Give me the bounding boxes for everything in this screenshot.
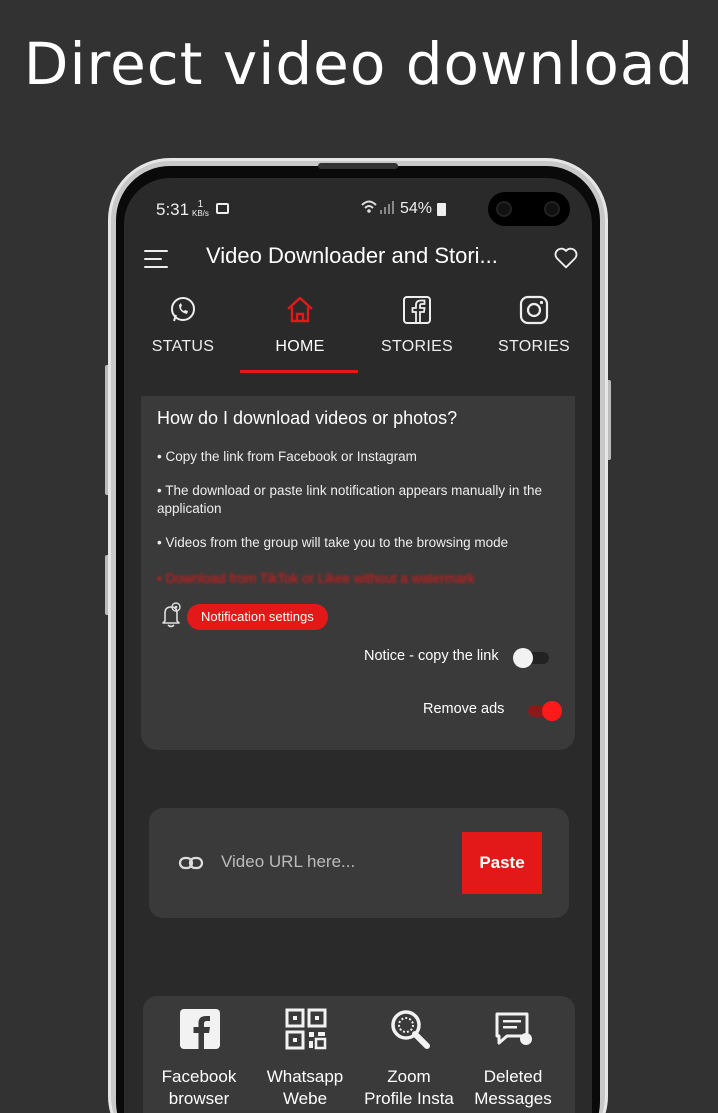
toggle-knob	[513, 648, 533, 668]
whatsapp-icon	[167, 294, 199, 326]
help-title: How do I download videos or photos?	[157, 408, 458, 428]
promo-screenshot: Direct video download 5:31 1 KB/s 54% Vi…	[0, 0, 718, 1113]
battery-icon	[437, 203, 446, 216]
status-time: 5:31	[156, 200, 190, 219]
bell-settings-icon[interactable]	[157, 601, 185, 629]
toggle-knob	[542, 701, 562, 721]
shortcut-label-line: browser	[168, 1089, 230, 1108]
help-card: How do I download videos or photos? • Co…	[141, 396, 575, 750]
shortcut-label-line: Facebook	[161, 1067, 237, 1086]
remove-ads-toggle[interactable]	[524, 701, 562, 721]
shortcut-label-line: Profile Insta	[364, 1089, 454, 1108]
shortcut-label-line: Whatsapp	[266, 1067, 344, 1086]
shortcut-label-line: Zoom	[387, 1067, 431, 1086]
headline: Direct video download	[23, 30, 695, 98]
image-notification-icon	[216, 203, 229, 214]
shortcut-label: Facebook browser	[147, 1066, 251, 1110]
notification-settings-button[interactable]: Notification settings	[187, 604, 328, 630]
phone-speaker	[318, 163, 398, 169]
qr-code-icon	[285, 1008, 327, 1050]
shortcut-zoom-profile[interactable]: Zoom Profile Insta	[357, 996, 461, 1113]
shortcut-label-line: Webe	[282, 1089, 328, 1108]
copy-link-toggle[interactable]	[513, 648, 551, 668]
network-speed-unit: KB/s	[192, 209, 209, 218]
shortcut-label: Deleted Messages	[461, 1066, 565, 1110]
instagram-icon	[518, 294, 550, 326]
network-speed: 1 KB/s	[192, 200, 209, 218]
zoom-icon	[389, 1008, 431, 1050]
status-bar: 5:31 1 KB/s 54%	[124, 178, 592, 238]
tab-instagram-stories[interactable]: STORIES	[475, 288, 592, 374]
front-camera	[488, 192, 570, 226]
toggle-label-copy-link: Notice - copy the link	[364, 648, 499, 664]
help-bullet: • The download or paste link notificatio…	[157, 483, 542, 516]
camera-lens	[496, 201, 512, 217]
shortcut-facebook-browser[interactable]: Facebook browser	[147, 996, 251, 1113]
facebook-icon	[179, 1008, 221, 1050]
tab-label: HOME	[275, 338, 325, 355]
video-url-input[interactable]	[221, 844, 451, 880]
tab-label: STORIES	[380, 338, 454, 355]
tab-home[interactable]: HOME	[241, 288, 359, 374]
hamburger-menu-icon[interactable]	[144, 250, 168, 270]
shortcut-whatsapp-web[interactable]: Whatsapp Webe	[253, 996, 357, 1113]
active-tab-indicator	[240, 370, 358, 373]
shortcut-label-line: Messages	[474, 1089, 552, 1108]
home-icon	[284, 294, 316, 326]
paste-button[interactable]: Paste	[462, 832, 542, 894]
shortcut-label: Zoom Profile Insta	[357, 1066, 461, 1110]
tab-status[interactable]: STATUS	[124, 288, 242, 374]
help-bullet: • Copy the link from Facebook or Instagr…	[157, 449, 417, 464]
camera-lens	[544, 201, 560, 217]
tab-bar: STATUS HOME STORIES STORIES	[124, 288, 592, 374]
toggle-label-remove-ads: Remove ads	[423, 701, 505, 717]
phone-screen: 5:31 1 KB/s 54% Video Downloader and Sto…	[124, 178, 592, 1113]
help-bullet-highlight: • Download from TikTok or Likee without …	[157, 571, 475, 586]
deleted-messages-icon	[493, 1008, 535, 1050]
tab-facebook-stories[interactable]: STORIES	[358, 288, 476, 374]
url-input-card: Paste	[149, 808, 569, 918]
wifi-signal-icon	[360, 198, 396, 219]
shortcut-label-line: Deleted	[483, 1067, 543, 1086]
help-bullet: • Videos from the group will take you to…	[157, 535, 509, 550]
battery-percent: 54%	[400, 200, 433, 217]
link-icon	[177, 851, 205, 875]
facebook-icon	[401, 294, 433, 326]
tab-label: STATUS	[151, 338, 215, 355]
heart-icon[interactable]	[552, 244, 580, 272]
tab-label: STORIES	[497, 338, 571, 355]
app-title: Video Downloader and Stori...	[206, 243, 498, 268]
shortcut-grid: Facebook browser Whatsapp Webe Zoom Prof…	[143, 996, 575, 1113]
app-bar: Video Downloader and Stori...	[124, 238, 592, 288]
shortcut-label: Whatsapp Webe	[253, 1066, 357, 1110]
shortcut-deleted-messages[interactable]: Deleted Messages	[461, 996, 565, 1113]
